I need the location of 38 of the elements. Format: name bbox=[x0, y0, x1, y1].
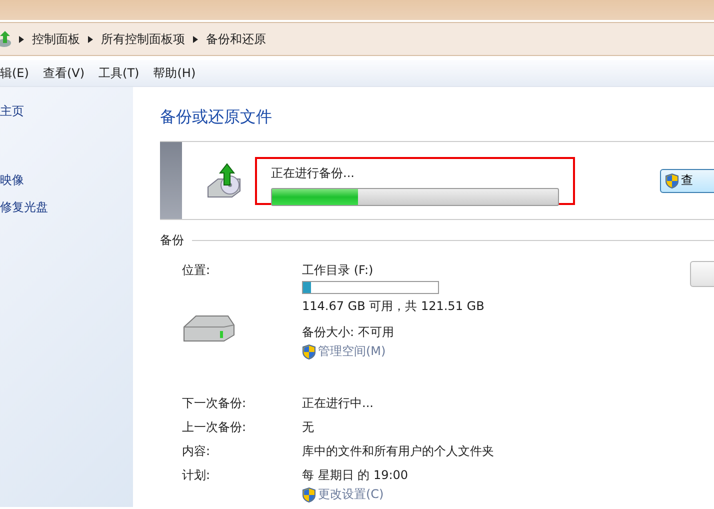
field-label: 下一次备份: bbox=[182, 395, 248, 412]
hard-drive-icon bbox=[182, 313, 236, 343]
page-title: 备份或还原文件 bbox=[160, 107, 273, 128]
field-label: 位置: bbox=[182, 262, 212, 279]
menu-item[interactable]: 查看(V) bbox=[42, 64, 85, 82]
sidebar-link[interactable]: 主页 bbox=[0, 103, 133, 120]
chevron-icon bbox=[19, 36, 24, 42]
field-label: 上一次备份: bbox=[182, 419, 248, 436]
breadcrumb-item[interactable]: 所有控制面板项 bbox=[101, 30, 185, 48]
menu-item[interactable]: 工具(T) bbox=[98, 64, 140, 82]
backup-size-text: 备份大小: 不可用 bbox=[302, 324, 395, 341]
cut-off-button[interactable] bbox=[690, 261, 714, 287]
shield-icon bbox=[665, 172, 679, 188]
field-label: 计划: bbox=[182, 467, 212, 484]
drive-name: 工作目录 (F:) bbox=[302, 262, 374, 279]
address-bar[interactable]: 控制面板 所有控制面板项 备份和还原 bbox=[0, 22, 714, 56]
menu-item[interactable]: 帮助(H) bbox=[153, 64, 196, 82]
free-space-text: 114.67 GB 可用，共 121.51 GB bbox=[302, 298, 484, 315]
breadcrumb-item[interactable]: 备份和还原 bbox=[206, 30, 266, 48]
change-settings-link[interactable]: 更改设置(C) bbox=[318, 486, 384, 503]
sidebar-link[interactable]: 映像 bbox=[0, 172, 133, 189]
shield-icon bbox=[302, 486, 316, 502]
backup-icon bbox=[0, 30, 11, 48]
chevron-icon bbox=[193, 36, 198, 42]
field-value: 库中的文件和所有用户的个人文件夹 bbox=[302, 443, 495, 460]
section-label: 备份 bbox=[160, 232, 184, 249]
manage-space-link[interactable]: 管理空间(M) bbox=[318, 343, 386, 360]
view-button[interactable]: 查 bbox=[660, 168, 714, 192]
field-value: 正在进行中... bbox=[302, 395, 374, 412]
sidebar-link[interactable]: 修复光盘 bbox=[0, 199, 133, 216]
status-message: 正在进行备份... bbox=[271, 164, 356, 182]
field-label: 内容: bbox=[182, 443, 212, 460]
chevron-icon bbox=[88, 36, 93, 42]
shield-icon bbox=[302, 344, 316, 360]
breadcrumb-item[interactable]: 控制面板 bbox=[32, 30, 80, 48]
field-value: 无 bbox=[302, 419, 315, 436]
menu-item[interactable]: 辑(E) bbox=[0, 64, 29, 82]
field-value: 每 星期日 的 19:00 bbox=[302, 467, 410, 484]
